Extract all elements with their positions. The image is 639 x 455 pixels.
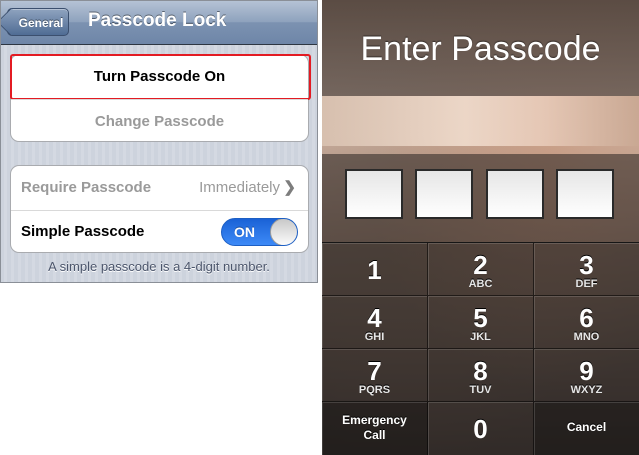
cancel-button[interactable]: Cancel bbox=[534, 402, 639, 455]
pin-box-2 bbox=[415, 169, 473, 219]
numeric-keypad: 1 2 ABC 3 DEF 4 GHI 5 JKL 6 MNO 7 PQRS 8 bbox=[322, 242, 639, 455]
require-passcode-value: Immediately bbox=[199, 179, 280, 196]
navigation-bar: General Passcode Lock bbox=[0, 0, 318, 45]
key-digit: 6 bbox=[579, 303, 594, 333]
key-digit: 5 bbox=[473, 303, 488, 333]
enter-passcode-screen: Enter Passcode 1 2 ABC 3 DEF 4 GHI 5 JKL… bbox=[322, 0, 639, 455]
emergency-call-button[interactable]: Emergency Call bbox=[322, 402, 428, 455]
require-passcode-label: Require Passcode bbox=[21, 179, 152, 196]
key-letters: DEF bbox=[575, 278, 598, 290]
back-button-general[interactable]: General bbox=[7, 8, 69, 36]
key-6[interactable]: 6 MNO bbox=[534, 296, 639, 349]
emergency-call-line2: Call bbox=[363, 428, 386, 442]
page-title: Passcode Lock bbox=[88, 10, 227, 31]
key-digit: 7 bbox=[367, 356, 382, 386]
simple-passcode-row: Simple Passcode ON bbox=[11, 210, 308, 253]
key-letters: PQRS bbox=[358, 384, 391, 396]
change-passcode-label: Change Passcode bbox=[94, 113, 225, 130]
key-letters: JKL bbox=[470, 331, 491, 343]
key-0[interactable]: 0 bbox=[428, 402, 534, 455]
simple-passcode-toggle[interactable]: ON bbox=[221, 218, 298, 246]
simple-passcode-footnote: A simple passcode is a 4-digit number. bbox=[48, 259, 270, 274]
key-letters: TUV bbox=[469, 384, 492, 396]
key-4[interactable]: 4 GHI bbox=[322, 296, 428, 349]
enter-passcode-title: Enter Passcode bbox=[360, 30, 601, 68]
key-8[interactable]: 8 TUV bbox=[428, 349, 534, 402]
key-9[interactable]: 9 WXYZ bbox=[534, 349, 639, 402]
chevron-right-icon: ❯ bbox=[283, 179, 296, 196]
pin-box-4 bbox=[556, 169, 614, 219]
wallpaper-photo bbox=[322, 96, 639, 146]
key-letters: GHI bbox=[364, 331, 385, 343]
passcode-options-group: Require Passcode Immediately ❯ Simple Pa… bbox=[10, 165, 309, 253]
key-digit: 8 bbox=[473, 356, 488, 386]
pin-box-3 bbox=[486, 169, 544, 219]
passcode-actions-group: Turn Passcode On Change Passcode bbox=[10, 54, 311, 142]
emergency-call-line1: Emergency bbox=[342, 413, 407, 427]
key-1[interactable]: 1 bbox=[322, 243, 428, 296]
toggle-knob bbox=[270, 219, 297, 245]
require-passcode-row[interactable]: Require Passcode Immediately ❯ bbox=[11, 166, 308, 209]
passcode-lock-settings: General Passcode Lock Turn Passcode On C… bbox=[0, 0, 318, 283]
simple-passcode-label: Simple Passcode bbox=[21, 223, 145, 240]
cancel-label: Cancel bbox=[566, 420, 607, 434]
highlight-box bbox=[10, 54, 311, 100]
key-digit: 4 bbox=[367, 303, 382, 333]
key-letters: ABC bbox=[468, 278, 493, 290]
pin-entry-bar bbox=[322, 154, 639, 242]
key-digit: 9 bbox=[579, 356, 594, 386]
key-letters: MNO bbox=[573, 331, 600, 343]
key-letters: WXYZ bbox=[570, 384, 603, 396]
key-2[interactable]: 2 ABC bbox=[428, 243, 534, 296]
key-5[interactable]: 5 JKL bbox=[428, 296, 534, 349]
key-digit: 3 bbox=[579, 250, 594, 280]
back-button-label: General bbox=[18, 16, 64, 30]
toggle-state-label: ON bbox=[234, 224, 255, 240]
key-digit: 1 bbox=[367, 255, 382, 285]
change-passcode-button[interactable]: Change Passcode bbox=[11, 99, 308, 142]
key-7[interactable]: 7 PQRS bbox=[322, 349, 428, 402]
key-digit: 2 bbox=[473, 250, 488, 280]
pin-box-1 bbox=[345, 169, 403, 219]
key-3[interactable]: 3 DEF bbox=[534, 243, 639, 296]
key-digit: 0 bbox=[473, 414, 488, 444]
